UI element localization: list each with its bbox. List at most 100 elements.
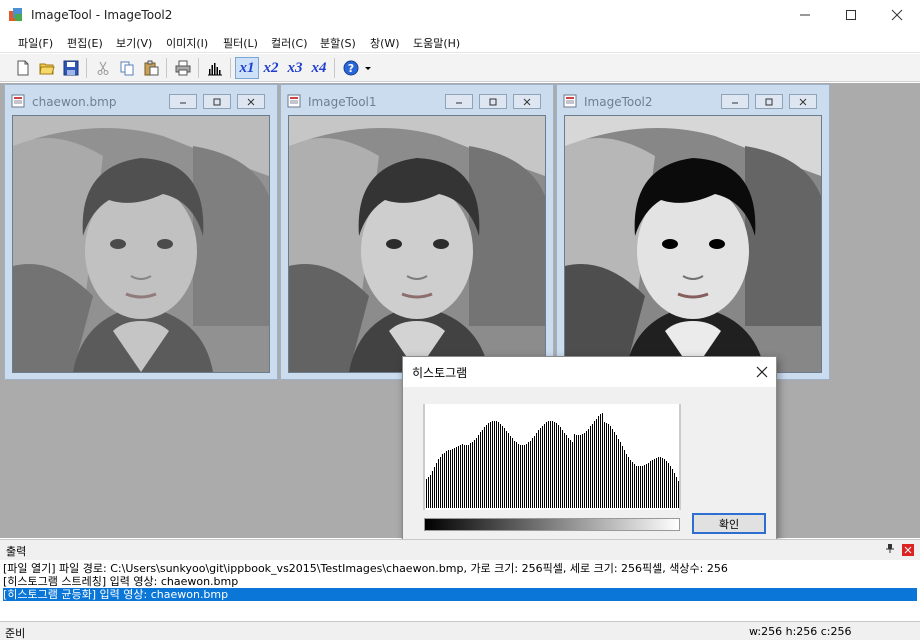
histogram-bar — [536, 433, 537, 508]
child-minimize-button[interactable] — [169, 94, 197, 109]
histogram-bar — [526, 444, 527, 508]
histogram-bar — [594, 421, 595, 508]
maximize-button[interactable] — [828, 0, 874, 30]
histogram-bar — [510, 436, 511, 508]
histogram-bar — [548, 421, 549, 508]
child-caption[interactable]: ImageTool2 — [557, 85, 829, 112]
close-icon — [247, 98, 255, 105]
cut-button[interactable] — [92, 57, 114, 79]
copy-button[interactable] — [116, 57, 138, 79]
help-button[interactable]: ? — [340, 57, 362, 79]
toolbar-separator — [198, 58, 199, 78]
histogram-bar — [612, 429, 613, 508]
histogram-bar — [500, 424, 501, 508]
zoom-x1-button[interactable]: x1 — [235, 57, 259, 79]
menu-help[interactable]: 도움말(H) — [413, 35, 460, 51]
menu-edit[interactable]: 편집(E) — [67, 35, 103, 51]
child-maximize-button[interactable] — [203, 94, 231, 109]
child-close-button[interactable] — [513, 94, 541, 109]
histogram-bar — [522, 445, 523, 508]
histogram-bar — [598, 416, 599, 508]
child-maximize-button[interactable] — [479, 94, 507, 109]
histogram-bar — [540, 428, 541, 508]
histogram-bar — [466, 445, 467, 508]
histogram-bar — [658, 457, 659, 508]
pin-button[interactable] — [885, 543, 895, 556]
histogram-bar — [662, 458, 663, 508]
histogram-bar — [488, 423, 489, 508]
histogram-bar — [484, 427, 485, 508]
histogram-bar — [642, 466, 643, 508]
open-button[interactable] — [36, 57, 58, 79]
child-close-button[interactable] — [789, 94, 817, 109]
menu-window[interactable]: 창(W) — [370, 35, 400, 51]
menu-file[interactable]: 파일(F) — [18, 35, 53, 51]
histogram-plot — [423, 404, 681, 510]
minimize-icon — [456, 102, 462, 103]
child-minimize-button[interactable] — [721, 94, 749, 109]
close-button[interactable] — [874, 0, 920, 30]
zoom-x4-button[interactable]: x4 — [308, 57, 330, 79]
image-window-imagetool1[interactable]: ImageTool1 — [280, 84, 554, 380]
paste-button[interactable] — [140, 57, 162, 79]
histogram-bar — [652, 460, 653, 508]
zoom-x3-button[interactable]: x3 — [284, 57, 306, 79]
histogram-bar — [592, 424, 593, 508]
output-line-selected[interactable]: [히스토그램 균등화] 입력 영상: chaewon.bmp — [3, 588, 917, 601]
image-canvas[interactable] — [12, 115, 270, 373]
histogram-bar — [632, 462, 633, 508]
save-button[interactable] — [60, 57, 82, 79]
image-window-chaewon[interactable]: chaewon.bmp — [4, 84, 278, 380]
menu-image[interactable]: 이미지(I) — [166, 35, 208, 51]
histogram-bar — [650, 461, 651, 508]
child-caption[interactable]: ImageTool1 — [281, 85, 553, 112]
dropdown-arrow-icon — [365, 67, 371, 70]
dialog-close-button[interactable] — [756, 361, 768, 382]
child-close-button[interactable] — [237, 94, 265, 109]
histogram-bar — [564, 433, 565, 508]
print-button[interactable] — [172, 57, 194, 79]
zoom-x2-button[interactable]: x2 — [260, 57, 282, 79]
child-minimize-button[interactable] — [445, 94, 473, 109]
histogram-bar — [454, 448, 455, 508]
child-caption[interactable]: chaewon.bmp — [5, 85, 277, 112]
histogram-bar — [576, 435, 577, 508]
histogram-bar — [554, 422, 555, 508]
histogram-bar — [520, 445, 521, 508]
open-folder-icon — [39, 63, 55, 75]
image-canvas[interactable] — [288, 115, 546, 373]
new-file-button[interactable] — [12, 57, 34, 79]
menu-view[interactable]: 보기(V) — [116, 35, 152, 51]
output-close-button[interactable] — [902, 544, 914, 556]
menu-bar: 파일(F) 편집(E) 보기(V) 이미지(I) 필터(L) 컬러(C) 분할(… — [0, 30, 920, 53]
ok-button[interactable]: 확인 — [692, 513, 766, 534]
menu-color[interactable]: 컬러(C) — [271, 35, 308, 51]
toolbar-dropdown-button[interactable] — [362, 57, 374, 79]
image-window-imagetool2[interactable]: ImageTool2 — [556, 84, 830, 380]
histogram-bar — [544, 424, 545, 508]
histogram-bar — [542, 426, 543, 508]
output-line[interactable]: [히스토그램 스트레칭] 입력 영상: chaewon.bmp — [3, 575, 917, 588]
minimize-button[interactable] — [782, 0, 828, 30]
histogram-bar — [614, 432, 615, 508]
histogram-dialog[interactable]: 히스토그램 확인 — [402, 356, 777, 545]
save-icon — [63, 60, 79, 76]
histogram-bar — [628, 457, 629, 508]
dialog-caption[interactable]: 히스토그램 — [403, 357, 776, 387]
histogram-bar — [582, 434, 583, 508]
histogram-bar — [450, 450, 451, 508]
dialog-title: 히스토그램 — [412, 366, 468, 380]
maximize-icon — [489, 98, 497, 105]
child-maximize-button[interactable] — [755, 94, 783, 109]
histogram-bar — [504, 428, 505, 508]
histogram-bar — [524, 445, 525, 508]
histogram-bar — [646, 464, 647, 508]
maximize-icon — [846, 10, 856, 20]
menu-filter[interactable]: 필터(L) — [223, 35, 258, 51]
menu-segment[interactable]: 분할(S) — [320, 35, 356, 51]
histogram-bar — [490, 422, 491, 508]
histogram-button[interactable] — [204, 57, 226, 79]
document-icon — [11, 94, 25, 108]
image-canvas[interactable] — [564, 115, 822, 373]
output-line[interactable]: [파일 열기] 파일 경로: C:\Users\sunkyoo\git\ippb… — [3, 562, 917, 575]
